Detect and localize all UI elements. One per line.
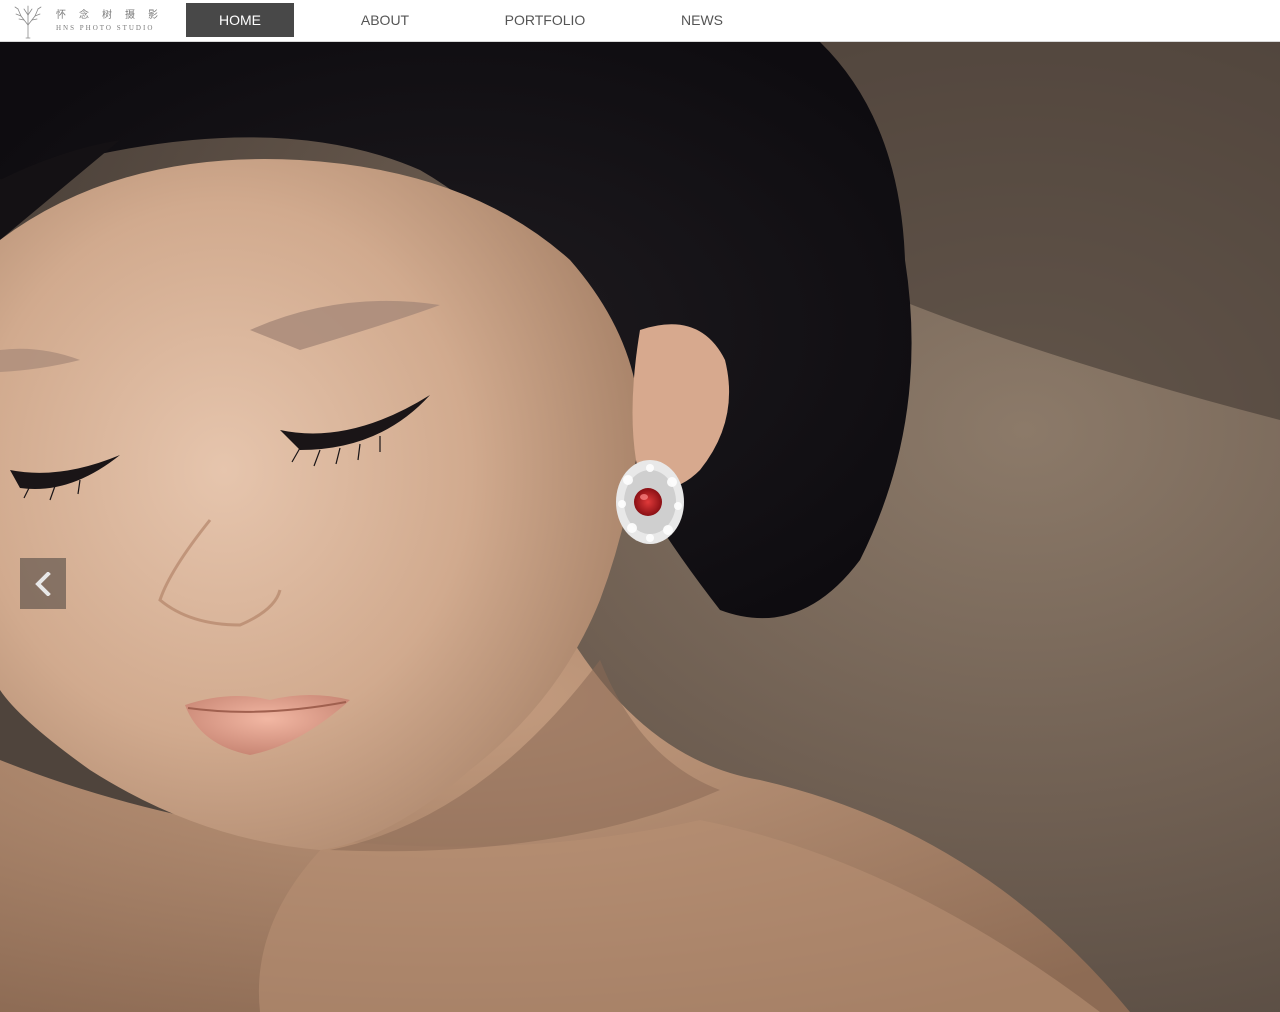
logo-english-text: HNS PHOTO STUDIO <box>56 24 155 32</box>
hero-slider <box>0 42 1280 1012</box>
site-logo[interactable]: 怀念树摄影 HNS PHOTO STUDIO <box>10 3 170 39</box>
nav-portfolio[interactable]: PORTFOLIO <box>490 3 600 37</box>
tree-icon <box>14 5 42 39</box>
nav-news[interactable]: NEWS <box>648 3 756 37</box>
top-navigation-bar: 怀念树摄影 HNS PHOTO STUDIO HOME ABOUT PORTFO… <box>0 0 1280 42</box>
logo-chinese-text: 怀念树摄影 <box>56 10 171 21</box>
nav-about[interactable]: ABOUT <box>331 3 439 37</box>
chevron-left-icon <box>35 572 51 596</box>
portrait-photo <box>0 42 1280 1012</box>
slider-prev-button[interactable] <box>20 558 66 609</box>
nav-home[interactable]: HOME <box>186 3 294 37</box>
